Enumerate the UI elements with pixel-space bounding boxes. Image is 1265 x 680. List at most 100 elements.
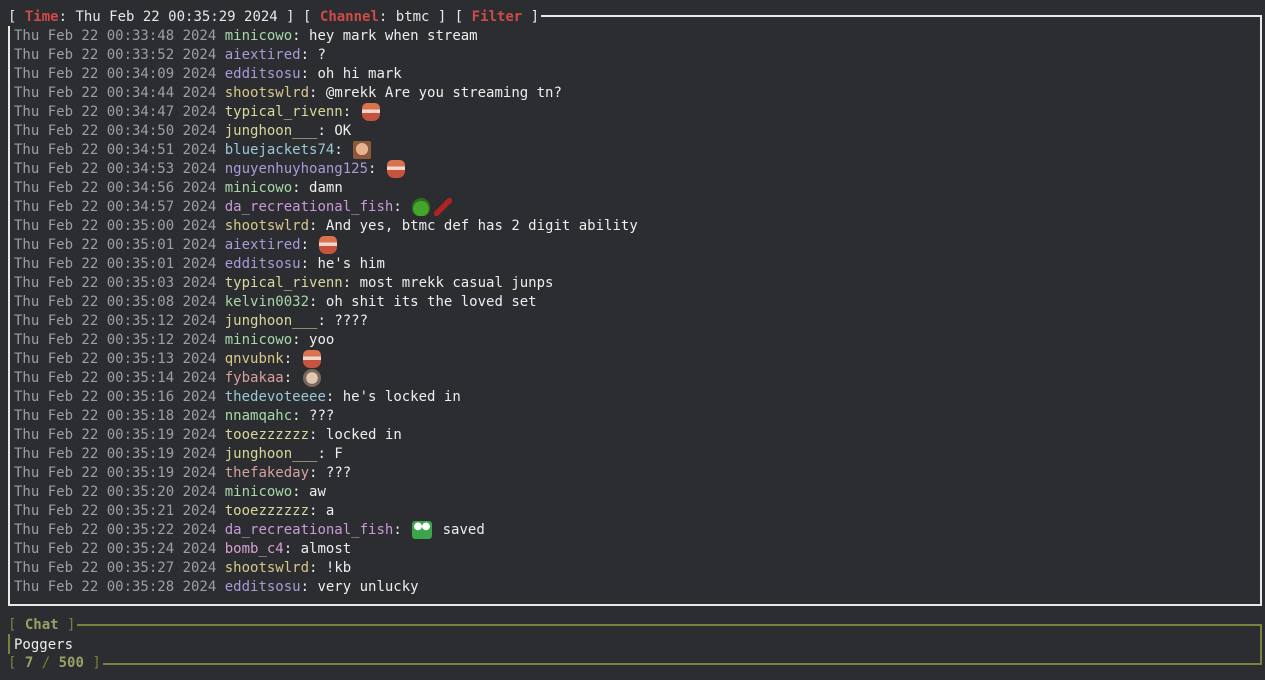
message-username[interactable]: edditsosu xyxy=(225,579,301,595)
message-row: Thu Feb 22 00:35:03 2024 typical_rivenn:… xyxy=(14,275,554,291)
message-username[interactable]: aiextired xyxy=(225,237,301,253)
message-row: Thu Feb 22 00:35:19 2024 tooezzzzzz: loc… xyxy=(14,427,402,443)
message-timestamp: Thu Feb 22 00:35:22 2024 xyxy=(14,522,217,538)
time-label: Time xyxy=(24,9,59,25)
message-timestamp: Thu Feb 22 00:35:19 2024 xyxy=(14,465,217,481)
message-username[interactable]: typical_rivenn xyxy=(225,275,343,291)
message-row: Thu Feb 22 00:35:18 2024 nnamqahc: ??? xyxy=(14,408,335,424)
message-text: yoo xyxy=(309,332,335,348)
message-row: Thu Feb 22 00:35:14 2024 fybakaa: xyxy=(14,369,1256,388)
message-username[interactable]: da_recreational_fish xyxy=(225,522,394,538)
message-username[interactable]: junghoon___ xyxy=(225,446,318,462)
message-timestamp: Thu Feb 22 00:33:48 2024 xyxy=(14,28,217,44)
message-username[interactable]: thefakeday xyxy=(225,465,309,481)
message-text: F xyxy=(334,446,343,462)
message-username[interactable]: typical_rivenn xyxy=(225,104,343,120)
message-timestamp: Thu Feb 22 00:35:12 2024 xyxy=(14,313,217,329)
messages-header: [ Time: Thu Feb 22 00:35:29 2024 ] [ Cha… xyxy=(8,8,542,26)
message-timestamp: Thu Feb 22 00:34:50 2024 xyxy=(14,123,217,139)
message-text: almost xyxy=(300,541,352,557)
message-timestamp: Thu Feb 22 00:35:00 2024 xyxy=(14,218,217,234)
message-username[interactable]: shootswlrd xyxy=(225,560,309,576)
message-username[interactable]: nnamqahc xyxy=(225,408,292,424)
message-username[interactable]: shootswlrd xyxy=(225,218,309,234)
message-timestamp: Thu Feb 22 00:35:28 2024 xyxy=(14,579,217,595)
message-timestamp: Thu Feb 22 00:34:51 2024 xyxy=(14,142,217,158)
message-row: Thu Feb 22 00:33:52 2024 aiextired: ? xyxy=(14,47,326,63)
message-row: Thu Feb 22 00:35:01 2024 aiextired: xyxy=(14,236,1256,255)
frog-emote-icon xyxy=(412,198,431,216)
message-text: he's him xyxy=(317,256,385,272)
message-username[interactable]: da_recreational_fish xyxy=(225,199,394,215)
message-username[interactable]: bomb_c4 xyxy=(225,541,284,557)
message-username[interactable]: aiextired xyxy=(225,47,301,63)
message-text: hey mark when stream xyxy=(309,28,478,44)
message-username[interactable]: thedevoteeee xyxy=(225,389,326,405)
chat-input[interactable] xyxy=(14,635,1244,654)
message-username[interactable]: edditsosu xyxy=(225,256,301,272)
char-count-max: 500 xyxy=(58,655,84,671)
message-timestamp: Thu Feb 22 00:34:47 2024 xyxy=(14,104,217,120)
message-timestamp: Thu Feb 22 00:33:52 2024 xyxy=(14,47,217,63)
message-username[interactable]: junghoon___ xyxy=(225,123,318,139)
message-username[interactable]: minicowo xyxy=(225,484,292,500)
message-row: Thu Feb 22 00:34:53 2024 nguyenhuyhoang1… xyxy=(14,160,1256,179)
filter-button[interactable]: Filter xyxy=(472,9,523,25)
message-timestamp: Thu Feb 22 00:35:12 2024 xyxy=(14,332,217,348)
message-username[interactable]: bluejackets74 xyxy=(225,142,335,158)
mouth-emote-icon xyxy=(302,350,321,368)
message-row: Thu Feb 22 00:35:08 2024 kelvin0032: oh … xyxy=(14,294,537,310)
message-username[interactable]: fybakaa xyxy=(225,370,284,386)
message-text: ??? xyxy=(309,408,335,424)
message-username[interactable]: edditsosu xyxy=(225,66,301,82)
message-row: Thu Feb 22 00:34:57 2024 da_recreational… xyxy=(14,198,1256,217)
message-timestamp: Thu Feb 22 00:35:01 2024 xyxy=(14,237,217,253)
mouth-emote-icon xyxy=(386,160,405,178)
message-text: oh shit its the loved set xyxy=(325,294,537,310)
message-timestamp: Thu Feb 22 00:35:19 2024 xyxy=(14,427,217,443)
message-username[interactable]: minicowo xyxy=(225,28,292,44)
message-username[interactable]: qnvubnk xyxy=(225,351,284,367)
message-timestamp: Thu Feb 22 00:34:53 2024 xyxy=(14,161,217,177)
message-timestamp: Thu Feb 22 00:35:13 2024 xyxy=(14,351,217,367)
message-text: OK xyxy=(334,123,352,139)
message-row: Thu Feb 22 00:35:21 2024 tooezzzzzz: a xyxy=(14,503,335,519)
message-username[interactable]: tooezzzzzz xyxy=(225,503,309,519)
message-text: !kb xyxy=(325,560,352,576)
chat-box-title: [ Chat ] xyxy=(8,616,78,634)
message-username[interactable]: nguyenhuyhoang125 xyxy=(225,161,368,177)
char-count-current: 7 xyxy=(24,655,34,671)
message-timestamp: Thu Feb 22 00:34:56 2024 xyxy=(14,180,217,196)
message-username[interactable]: shootswlrd xyxy=(225,85,309,101)
time-value: Thu Feb 22 00:35:29 2024 xyxy=(75,9,278,25)
mouth-emote-icon xyxy=(361,103,380,121)
message-row: Thu Feb 22 00:35:12 2024 minicowo: yoo xyxy=(14,332,335,348)
message-timestamp: Thu Feb 22 00:35:08 2024 xyxy=(14,294,217,310)
message-row: Thu Feb 22 00:35:12 2024 junghoon___: ??… xyxy=(14,313,369,329)
message-row: Thu Feb 22 00:35:22 2024 da_recreational… xyxy=(14,521,485,539)
message-row: Thu Feb 22 00:34:09 2024 edditsosu: oh h… xyxy=(14,66,402,82)
message-username[interactable]: minicowo xyxy=(225,180,292,196)
char-counter: [ 7 / 500 ] xyxy=(8,654,103,672)
message-row: Thu Feb 22 00:35:16 2024 thedevoteeee: h… xyxy=(14,389,461,405)
message-timestamp: Thu Feb 22 00:35:01 2024 xyxy=(14,256,217,272)
chat-client-window: [ Time: Thu Feb 22 00:35:29 2024 ] [ Cha… xyxy=(0,0,1265,680)
message-username[interactable]: minicowo xyxy=(225,332,292,348)
message-username[interactable]: kelvin0032 xyxy=(225,294,309,310)
message-row: Thu Feb 22 00:33:48 2024 minicowo: hey m… xyxy=(14,28,478,44)
face-emote-icon xyxy=(353,141,372,159)
message-row: Thu Feb 22 00:35:01 2024 edditsosu: he's… xyxy=(14,256,385,272)
message-username[interactable]: tooezzzzzz xyxy=(225,427,309,443)
message-timestamp: Thu Feb 22 00:35:27 2024 xyxy=(14,560,217,576)
message-row: Thu Feb 22 00:35:19 2024 junghoon___: F xyxy=(14,446,343,462)
message-row: Thu Feb 22 00:34:51 2024 bluejackets74: xyxy=(14,141,1256,160)
message-timestamp: Thu Feb 22 00:34:44 2024 xyxy=(14,85,217,101)
message-text: ??? xyxy=(325,465,352,481)
message-text: most mrekk casual junps xyxy=(359,275,554,291)
message-timestamp: Thu Feb 22 00:34:57 2024 xyxy=(14,199,217,215)
message-text: oh hi mark xyxy=(317,66,402,82)
message-username[interactable]: junghoon___ xyxy=(225,313,318,329)
message-list[interactable]: Thu Feb 22 00:33:48 2024 minicowo: hey m… xyxy=(14,27,1256,597)
message-timestamp: Thu Feb 22 00:35:20 2024 xyxy=(14,484,217,500)
bigfrog-emote-icon xyxy=(412,521,433,539)
